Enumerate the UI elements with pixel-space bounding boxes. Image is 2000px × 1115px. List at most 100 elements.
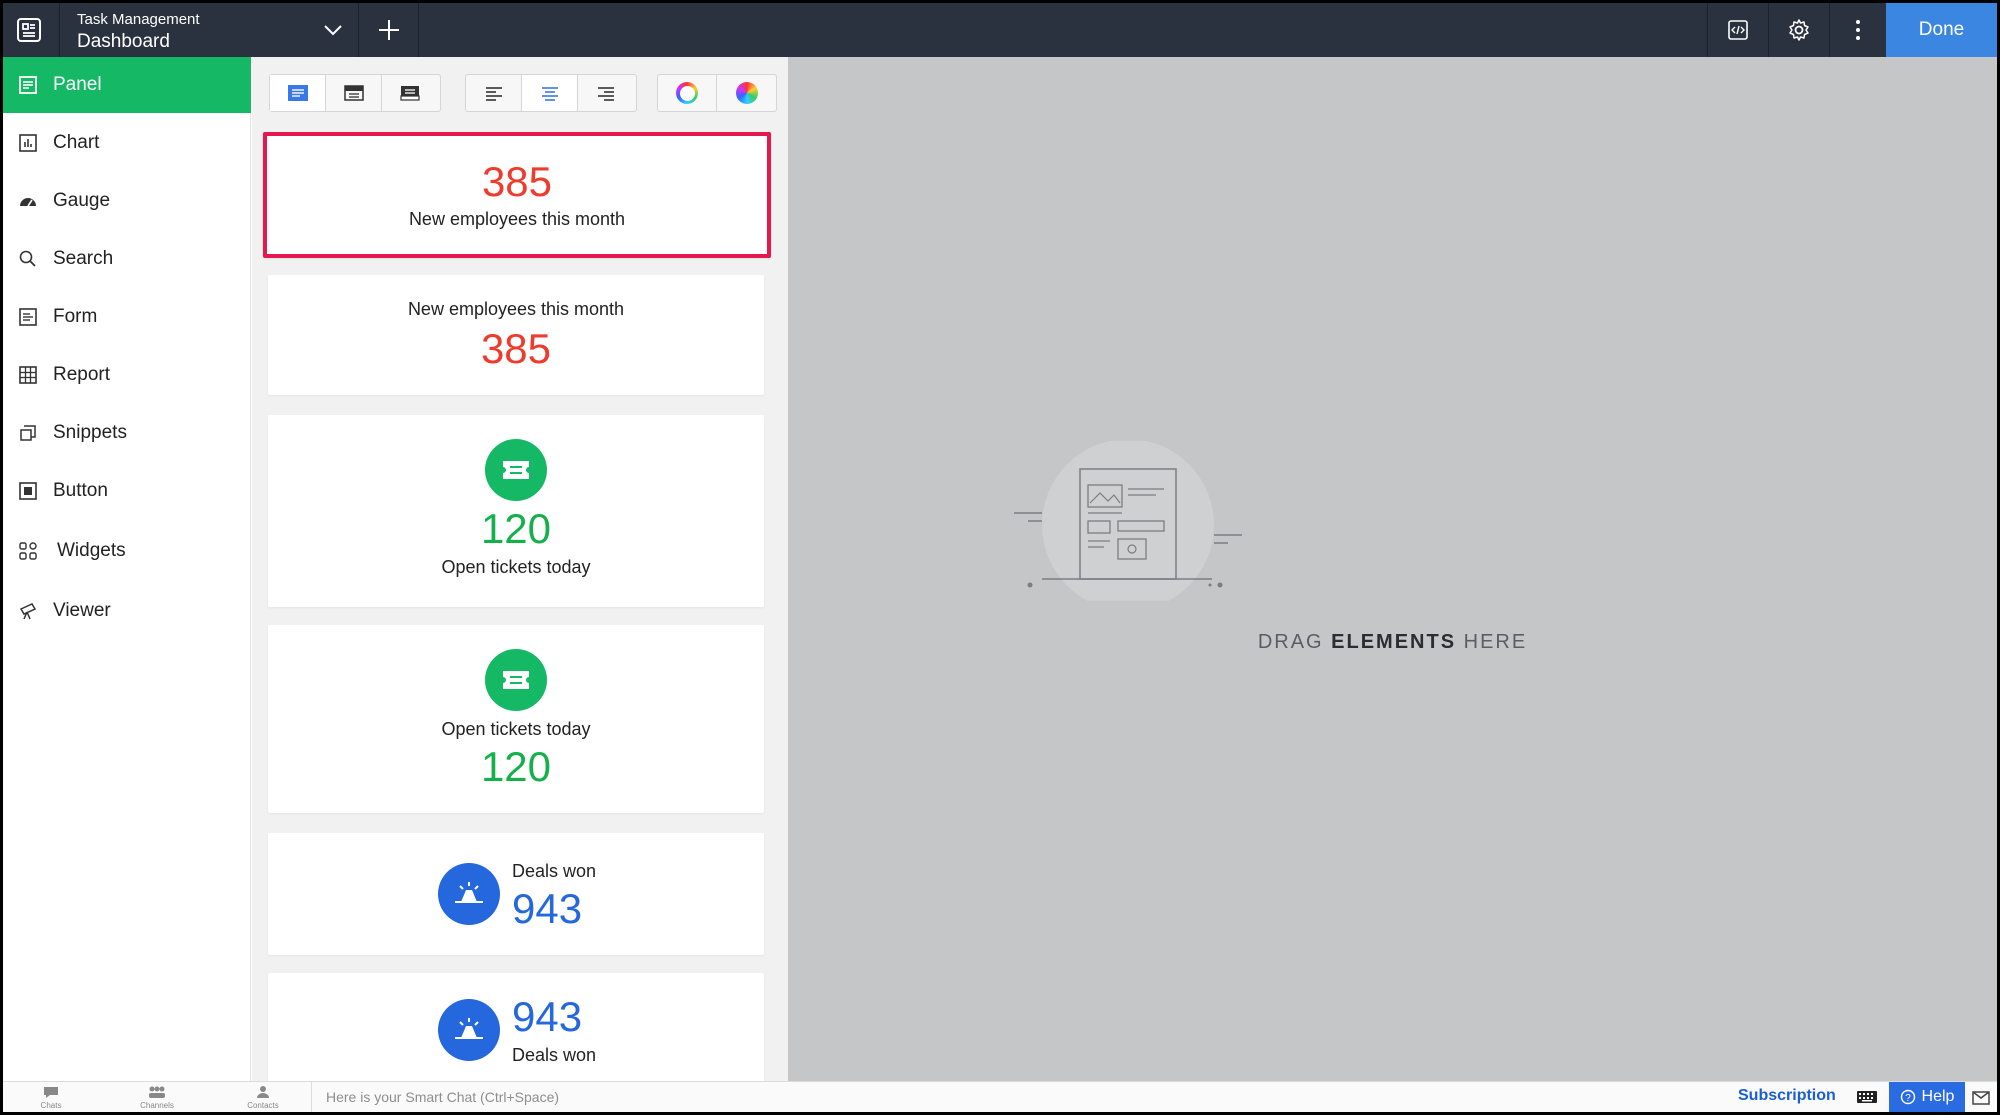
app-subtitle: Task Management bbox=[77, 11, 200, 28]
help-button[interactable]: ? Help bbox=[1889, 1082, 1965, 1112]
kpi-label: New employees this month bbox=[407, 299, 625, 319]
sidebar-item-label: Form bbox=[53, 306, 98, 327]
sidebar-item-snippets[interactable]: Snippets bbox=[3, 405, 251, 461]
color-wheel-button[interactable] bbox=[717, 75, 776, 111]
add-icon[interactable] bbox=[375, 16, 403, 44]
align-center-button[interactable] bbox=[522, 75, 578, 111]
sidebar-item-chart[interactable]: Chart bbox=[3, 115, 251, 171]
color-toolbar bbox=[657, 74, 777, 112]
kpi-value: 385 bbox=[480, 325, 552, 372]
button-icon bbox=[17, 480, 39, 502]
chats-tab[interactable]: Chats bbox=[21, 1085, 81, 1110]
layout-dark-button[interactable] bbox=[382, 75, 438, 111]
sidebar-item-label: Report bbox=[53, 364, 111, 385]
align-left-icon bbox=[485, 87, 502, 101]
drop-hint-prefix: DRAG bbox=[1257, 631, 1332, 653]
sidebar-item-form[interactable]: Form bbox=[3, 289, 251, 345]
svg-text:?: ? bbox=[1905, 1093, 1911, 1104]
sidebar-item-button[interactable]: Button bbox=[3, 463, 251, 519]
align-toolbar bbox=[465, 74, 637, 112]
deal-icon bbox=[438, 999, 500, 1061]
dashboard-canvas[interactable]: DRAG ELEMENTS HERE bbox=[788, 57, 1997, 1081]
deal-icon bbox=[438, 863, 500, 925]
sidebar-item-search[interactable]: Search bbox=[3, 231, 251, 287]
color-wheel-icon bbox=[735, 82, 758, 104]
settings-button[interactable] bbox=[1769, 3, 1829, 57]
layout-header-icon bbox=[343, 85, 364, 101]
kpi-value: 943 bbox=[512, 885, 583, 932]
kpi-label: Open tickets today bbox=[441, 557, 591, 577]
keyboard-button[interactable] bbox=[1852, 1086, 1882, 1108]
kpi-label: Deals won bbox=[512, 861, 597, 881]
smart-chat-input[interactable]: Here is your Smart Chat (Ctrl+Space) bbox=[311, 1082, 1711, 1112]
kpi-card-tickets-icon-bottom[interactable]: Open tickets today 120 bbox=[268, 625, 764, 813]
divider bbox=[358, 3, 359, 57]
chats-tab-label: Chats bbox=[40, 1101, 62, 1110]
contacts-tab[interactable]: Contacts bbox=[233, 1085, 293, 1110]
kpi-card-employees-top[interactable]: 385 New employees this month bbox=[263, 132, 771, 258]
done-button[interactable]: Done bbox=[1886, 3, 1997, 57]
search-icon bbox=[17, 248, 39, 270]
channels-icon bbox=[149, 1086, 165, 1098]
chevron-down-icon[interactable] bbox=[320, 17, 346, 43]
notifications-icon[interactable] bbox=[1969, 1086, 1993, 1108]
sidebar-item-widgets[interactable]: Widgets bbox=[3, 523, 251, 579]
widgets-icon bbox=[17, 540, 39, 562]
sidebar-item-gauge[interactable]: Gauge bbox=[3, 173, 251, 229]
page-title: Dashboard bbox=[77, 31, 170, 52]
subscription-link[interactable]: Subscription bbox=[1738, 1087, 1836, 1105]
kpi-card-deals-label-top[interactable]: Deals won 943 bbox=[268, 833, 764, 955]
help-icon: ? bbox=[1900, 1089, 1915, 1105]
channels-tab[interactable]: Channels bbox=[127, 1085, 187, 1110]
gear-icon bbox=[1789, 19, 1809, 41]
kpi-value: 385 bbox=[481, 158, 553, 205]
align-center-icon bbox=[541, 87, 558, 101]
sidebar-item-label: Snippets bbox=[53, 422, 127, 443]
layout-text-button[interactable] bbox=[270, 75, 326, 111]
divider bbox=[59, 3, 60, 57]
dashboard-app-icon[interactable] bbox=[15, 16, 43, 44]
kpi-card-employees-bottom[interactable]: New employees this month 385 bbox=[268, 275, 764, 395]
more-vertical-icon bbox=[1856, 20, 1860, 40]
kpi-label: Open tickets today bbox=[441, 719, 591, 739]
code-button[interactable] bbox=[1708, 3, 1768, 57]
color-ring-button[interactable] bbox=[658, 75, 717, 111]
kpi-value: 120 bbox=[480, 743, 552, 790]
sidebar-item-label: Panel bbox=[53, 74, 102, 95]
element-sidebar: Panel Chart Gauge Search Form Report Sni… bbox=[3, 57, 251, 1081]
align-left-button[interactable] bbox=[466, 75, 522, 111]
channels-tab-label: Channels bbox=[140, 1101, 174, 1110]
form-icon bbox=[17, 306, 39, 328]
top-bar: Task Management Dashboard Done bbox=[3, 3, 1997, 57]
sidebar-item-label: Viewer bbox=[53, 600, 111, 621]
drop-zone-hint: DRAG ELEMENTS HERE bbox=[788, 631, 1997, 654]
gauge-icon bbox=[17, 190, 39, 212]
layout-dark-icon bbox=[400, 86, 420, 101]
sidebar-item-panel[interactable]: Panel bbox=[3, 57, 251, 113]
layout-toolbar bbox=[269, 74, 441, 112]
bottom-bar: Chats Channels Contacts Here is your Sma… bbox=[3, 1081, 1997, 1112]
drop-zone-illustration bbox=[1014, 441, 1242, 601]
kpi-label: New employees this month bbox=[408, 209, 626, 229]
kpi-label: Deals won bbox=[512, 1045, 597, 1065]
ticket-icon bbox=[485, 649, 547, 711]
layout-header-button[interactable] bbox=[326, 75, 382, 111]
kpi-card-deals-value-top[interactable]: 943 Deals won bbox=[268, 973, 764, 1081]
sidebar-item-viewer[interactable]: Viewer bbox=[3, 583, 251, 639]
sidebar-item-label: Widgets bbox=[57, 540, 126, 561]
app-titles: Task Management Dashboard bbox=[77, 11, 200, 53]
app-window: Task Management Dashboard Done Panel Cha… bbox=[3, 3, 1997, 1112]
snippets-icon bbox=[17, 422, 39, 444]
sidebar-item-label: Button bbox=[53, 480, 108, 501]
kpi-card-tickets-icon-top[interactable]: 120 Open tickets today bbox=[268, 415, 764, 607]
more-button[interactable] bbox=[1830, 3, 1886, 57]
report-icon bbox=[17, 364, 39, 386]
divider bbox=[418, 3, 419, 57]
drop-hint-suffix: HERE bbox=[1456, 631, 1528, 653]
code-icon bbox=[1728, 20, 1748, 40]
drop-hint-bold: ELEMENTS bbox=[1331, 631, 1457, 653]
kpi-value: 943 bbox=[512, 993, 583, 1040]
panel-palette: 385 New employees this month New employe… bbox=[252, 57, 788, 1081]
sidebar-item-report[interactable]: Report bbox=[3, 347, 251, 403]
align-right-button[interactable] bbox=[578, 75, 634, 111]
